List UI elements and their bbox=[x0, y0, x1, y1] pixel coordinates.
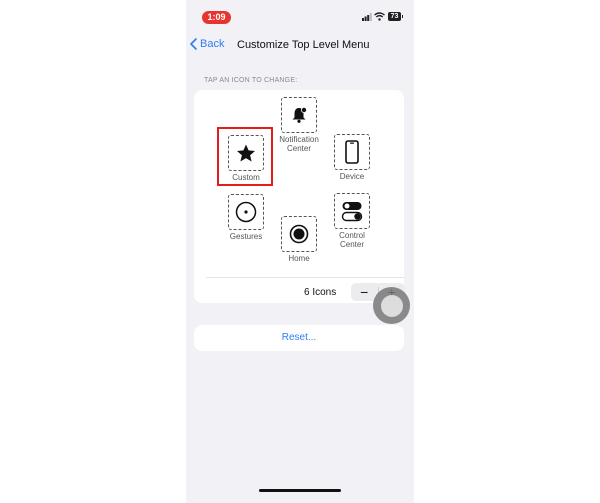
home-button-icon bbox=[289, 224, 309, 244]
icon-label: Home bbox=[288, 254, 310, 263]
chevron-left-icon bbox=[190, 38, 197, 50]
battery-icon: 73 bbox=[388, 12, 403, 21]
icon-slot-notification-center[interactable]: Notification Center bbox=[269, 97, 329, 153]
bell-icon bbox=[292, 107, 307, 123]
assistive-touch-inner bbox=[380, 294, 403, 317]
section-header: TAP AN ICON TO CHANGE: bbox=[204, 77, 298, 84]
wifi-icon bbox=[374, 12, 385, 21]
toggles-icon bbox=[341, 202, 363, 222]
icon-slot-gestures[interactable]: Gestures bbox=[216, 194, 276, 241]
status-time: 1:09 bbox=[202, 11, 231, 24]
icon-slot-home[interactable]: Home bbox=[269, 216, 329, 263]
back-button[interactable]: Back bbox=[190, 38, 224, 50]
divider bbox=[206, 277, 404, 278]
icon-label: Notification Center bbox=[279, 135, 319, 153]
assistive-touch-button[interactable] bbox=[373, 287, 410, 324]
icon-menu-card: Notification Center Custom Device Gestur… bbox=[194, 90, 405, 303]
signal-icon bbox=[362, 13, 372, 21]
reset-button[interactable]: Reset... bbox=[194, 325, 404, 351]
highlight-annotation bbox=[217, 127, 273, 186]
gestures-circle-icon bbox=[235, 201, 257, 223]
icon-label: Gestures bbox=[229, 232, 263, 241]
icon-slot-device[interactable]: Device bbox=[322, 134, 382, 181]
icon-label: Device bbox=[339, 172, 365, 181]
icon-box bbox=[228, 194, 264, 230]
back-label: Back bbox=[200, 38, 225, 50]
icon-box bbox=[281, 216, 317, 252]
icon-box bbox=[334, 134, 370, 170]
phone-device-icon bbox=[345, 140, 359, 164]
icon-label: Control Center bbox=[339, 231, 365, 249]
phone-screen: 1:09 73 Back Customize Top Level Menu TA… bbox=[186, 0, 414, 503]
home-indicator bbox=[259, 489, 341, 492]
icon-box bbox=[334, 193, 370, 229]
icon-slot-control-center[interactable]: Control Center bbox=[322, 193, 382, 249]
page-title: Customize Top Level Menu bbox=[237, 39, 370, 51]
icon-box bbox=[281, 97, 317, 133]
icon-count-label: 6 Icons bbox=[304, 287, 337, 298]
